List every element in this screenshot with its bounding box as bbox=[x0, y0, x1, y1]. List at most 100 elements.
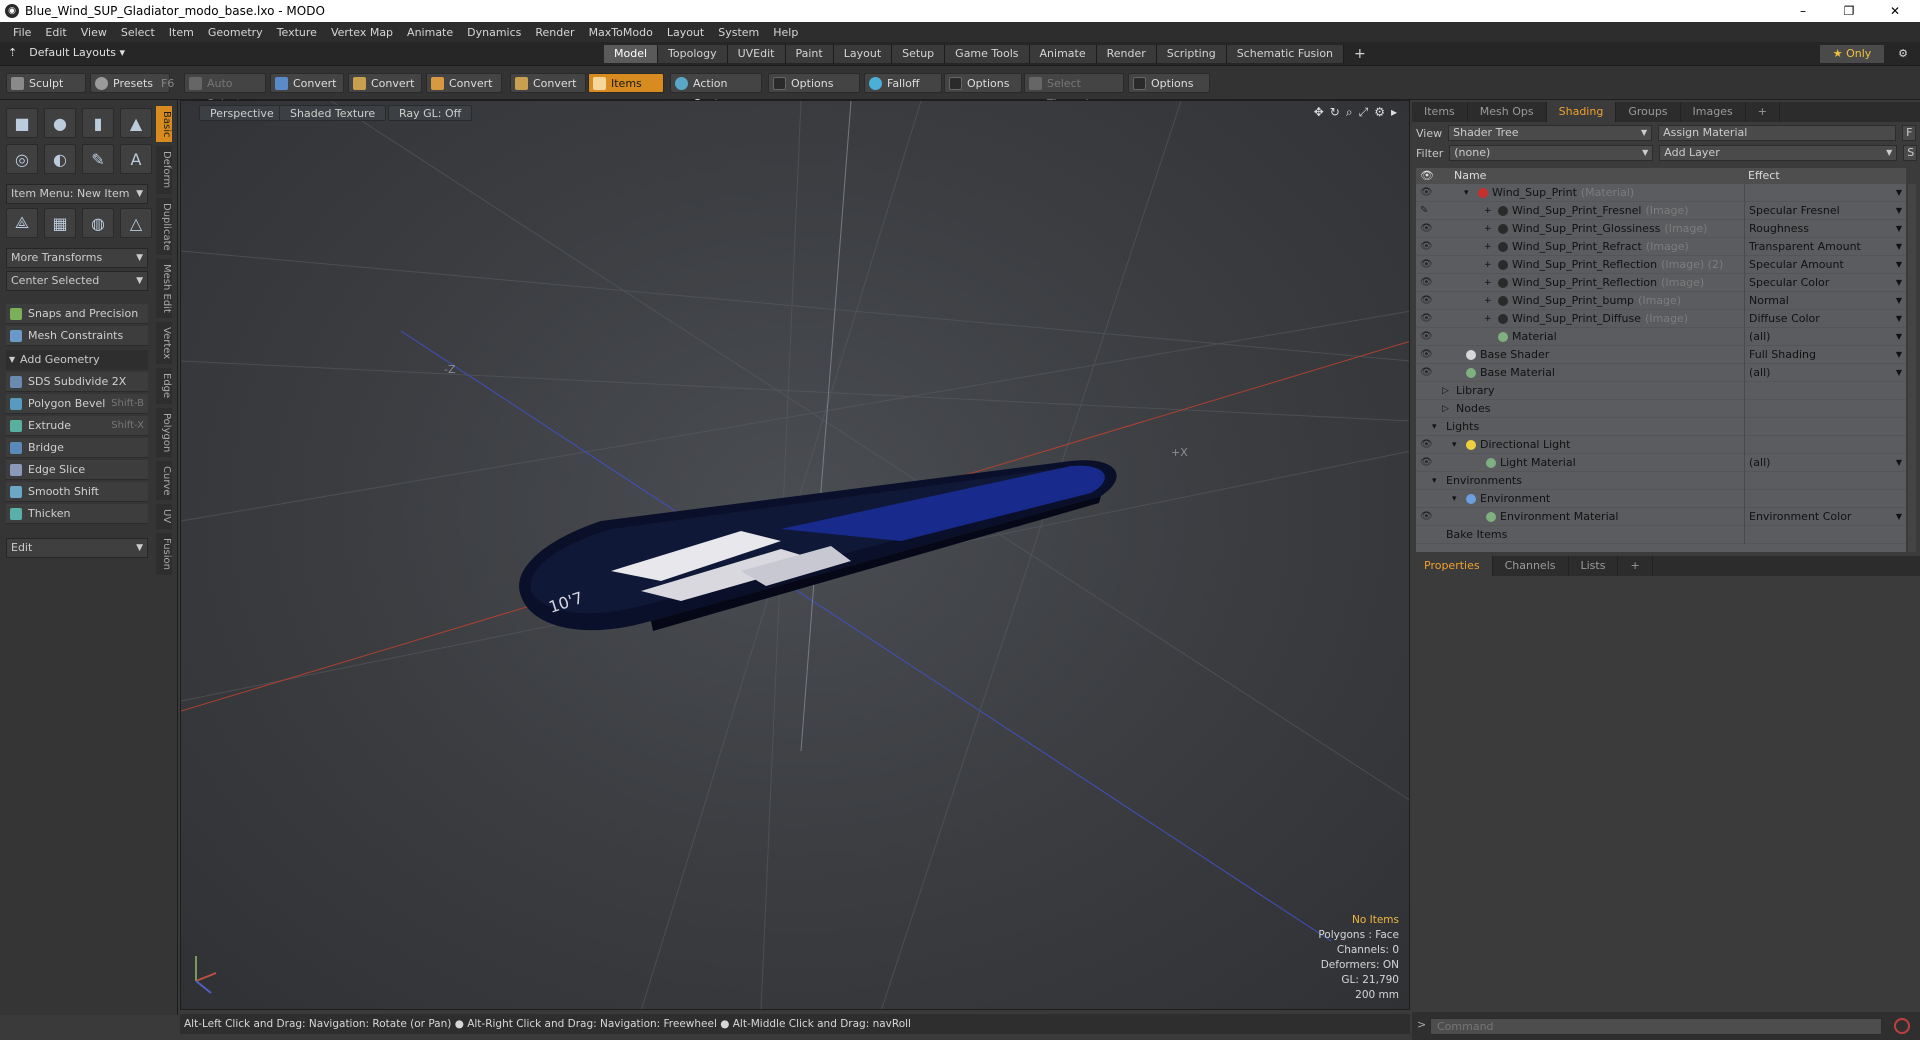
visibility-eye-icon[interactable]: 👁 bbox=[1420, 259, 1433, 271]
visibility-eye-icon[interactable]: 👁 bbox=[1420, 223, 1433, 235]
expand-toggle-icon[interactable]: + bbox=[1484, 202, 1492, 220]
rotate-view-icon[interactable]: ↻ bbox=[1330, 105, 1340, 120]
minimize-button[interactable]: – bbox=[1780, 0, 1826, 22]
shader-tree-row[interactable]: 👁 ▾ Directional Light bbox=[1416, 436, 1906, 454]
add-geometry-header[interactable]: ▼ Add Geometry bbox=[6, 350, 148, 370]
layer-effect-dropdown[interactable]: Specular Fresnel ▼ bbox=[1744, 202, 1906, 220]
shader-tree-row[interactable]: 👁 + Wind_Sup_Print_Refract (Image) Transpare… bbox=[1416, 238, 1906, 256]
options-button-3[interactable]: Options bbox=[1128, 73, 1210, 93]
close-button[interactable]: ✕ bbox=[1872, 0, 1918, 22]
visibility-eye-icon[interactable]: 👁 bbox=[1420, 511, 1433, 523]
shader-tree-row[interactable]: ▾ Environment bbox=[1416, 490, 1906, 508]
assign-material-key[interactable]: F bbox=[1902, 125, 1917, 141]
visibility-eye-icon[interactable]: 👁 bbox=[1420, 439, 1433, 451]
menu-animate[interactable]: Animate bbox=[400, 26, 460, 39]
vtab-edge[interactable]: Edge bbox=[156, 368, 172, 404]
viewport-gear-icon[interactable]: ⚙ bbox=[1374, 105, 1385, 120]
shader-tree-row[interactable]: Bake Items bbox=[1416, 526, 1906, 544]
tab-uvedit[interactable]: UVEdit bbox=[727, 45, 786, 63]
view-dropdown[interactable]: Shader Tree ▼ bbox=[1448, 125, 1653, 141]
tab-schematic-fusion[interactable]: Schematic Fusion bbox=[1226, 45, 1345, 63]
sculpt-button[interactable]: Sculpt bbox=[6, 73, 86, 93]
expand-toggle-icon[interactable]: + bbox=[1484, 292, 1492, 310]
snaps-precision-button[interactable]: Snaps and Precision bbox=[6, 304, 148, 324]
menu-view[interactable]: View bbox=[74, 26, 114, 39]
pen-icon[interactable]: ✎ bbox=[82, 144, 114, 174]
tab-properties[interactable]: Properties bbox=[1412, 556, 1493, 576]
command-input[interactable] bbox=[1430, 1018, 1882, 1035]
shader-tree-row[interactable]: ▾ Environments bbox=[1416, 472, 1906, 490]
mesh-constraints-button[interactable]: Mesh Constraints bbox=[6, 326, 148, 346]
expand-toggle-icon[interactable]: + bbox=[1484, 310, 1492, 328]
vtab-polygon[interactable]: Polygon bbox=[156, 407, 172, 457]
tab-shading[interactable]: Shading bbox=[1546, 102, 1617, 122]
layer-effect-dropdown[interactable]: Environment Color ▼ bbox=[1744, 508, 1906, 526]
fit-icon[interactable]: ⤢ bbox=[1359, 105, 1369, 120]
shader-tree-row[interactable]: 👁 + Wind_Sup_Print_Reflection (Image) (2) Sp… bbox=[1416, 256, 1906, 274]
shader-tree-row[interactable]: 👁 Environment Material Environment Color ▼ bbox=[1416, 508, 1906, 526]
tree-scrollbar[interactable] bbox=[1908, 184, 1916, 552]
locator-icon[interactable]: ⟁ bbox=[6, 208, 38, 238]
cube-icon[interactable]: ■ bbox=[6, 108, 38, 138]
pyramid-icon[interactable]: △ bbox=[120, 208, 152, 238]
expand-toggle-icon[interactable]: ▷ bbox=[1442, 400, 1449, 418]
expand-toggle-icon[interactable]: ▾ bbox=[1432, 472, 1437, 490]
layer-effect-dropdown[interactable] bbox=[1744, 436, 1906, 454]
expand-toggle-icon[interactable]: ▷ bbox=[1442, 382, 1449, 400]
smooth-shift-button[interactable]: Smooth Shift bbox=[6, 482, 148, 502]
tab-groups[interactable]: Groups bbox=[1616, 102, 1681, 122]
vtab-duplicate[interactable]: Duplicate bbox=[156, 197, 172, 256]
expand-toggle-icon[interactable]: + bbox=[1484, 256, 1492, 274]
tab-setup[interactable]: Setup bbox=[892, 45, 946, 63]
shader-tree-row[interactable]: 👁 Light Material (all) ▼ bbox=[1416, 454, 1906, 472]
default-layouts-dropdown[interactable]: ⇡ Default Layouts ▾ bbox=[8, 46, 125, 59]
text-icon[interactable]: A bbox=[120, 144, 152, 174]
tab-layout[interactable]: Layout bbox=[833, 45, 893, 63]
brush-icon[interactable]: ✎ bbox=[1420, 205, 1432, 217]
add-panel-tab-button[interactable]: + bbox=[1746, 102, 1780, 122]
visibility-eye-icon[interactable]: 👁 bbox=[1420, 349, 1433, 361]
filter-dropdown[interactable]: (none) ▼ bbox=[1449, 145, 1654, 161]
layer-effect-dropdown[interactable]: ▼ bbox=[1744, 184, 1906, 202]
gear-icon[interactable]: ⚙ bbox=[1894, 45, 1912, 63]
shader-tree-row[interactable]: 👁 ▾ Wind_Sup_Print (Material) ▼ bbox=[1416, 184, 1906, 202]
layer-effect-dropdown[interactable] bbox=[1744, 418, 1906, 436]
add-bottom-tab-button[interactable]: + bbox=[1618, 556, 1653, 576]
layer-effect-dropdown[interactable]: (all) ▼ bbox=[1744, 364, 1906, 382]
globe-icon[interactable]: ◍ bbox=[82, 208, 114, 238]
command-history-icon[interactable] bbox=[1894, 1018, 1910, 1034]
add-layer-key[interactable]: S bbox=[1903, 145, 1918, 161]
menu-render[interactable]: Render bbox=[528, 26, 581, 39]
vtab-basic[interactable]: Basic bbox=[156, 106, 172, 143]
menu-edit[interactable]: Edit bbox=[38, 26, 73, 39]
mesh-icon[interactable]: ▦ bbox=[44, 208, 76, 238]
expand-toggle-icon[interactable]: + bbox=[1484, 238, 1492, 256]
shader-tree-row[interactable]: 👁 Base Material (all) ▼ bbox=[1416, 364, 1906, 382]
expand-toggle-icon[interactable]: ▾ bbox=[1452, 436, 1457, 454]
expand-toggle-icon[interactable]: ▾ bbox=[1452, 490, 1457, 508]
items-mode-button[interactable]: Items bbox=[588, 73, 664, 93]
perspective-button[interactable]: Perspective bbox=[199, 105, 285, 121]
tab-topology[interactable]: Topology bbox=[658, 45, 728, 63]
vtab-fusion[interactable]: Fusion bbox=[156, 532, 172, 575]
assign-material-dropdown[interactable]: Assign Material bbox=[1658, 125, 1897, 141]
convert-polygons-button[interactable]: Convert bbox=[426, 73, 502, 93]
vtab-mesh-edit[interactable]: Mesh Edit bbox=[156, 259, 172, 319]
paddle-board-model[interactable]: 10'7 bbox=[519, 460, 1117, 631]
capsule-icon[interactable]: ◐ bbox=[44, 144, 76, 174]
options-button-1[interactable]: Options bbox=[768, 73, 860, 93]
menu-system[interactable]: System bbox=[711, 26, 766, 39]
column-name[interactable]: Name bbox=[1454, 168, 1486, 184]
tab-images[interactable]: Images bbox=[1681, 102, 1746, 122]
cone-icon[interactable]: ▲ bbox=[120, 108, 152, 138]
expand-toggle-icon[interactable]: ▾ bbox=[1432, 418, 1437, 436]
layer-effect-dropdown[interactable] bbox=[1744, 472, 1906, 490]
visibility-eye-icon[interactable]: 👁 bbox=[1420, 457, 1433, 469]
menu-select[interactable]: Select bbox=[114, 26, 162, 39]
torus-icon[interactable]: ◎ bbox=[6, 144, 38, 174]
center-selected-dropdown[interactable]: Center Selected ▼ bbox=[6, 271, 148, 291]
menu-maxtomodo[interactable]: MaxToModo bbox=[582, 26, 660, 39]
falloff-button[interactable]: Falloff bbox=[864, 73, 942, 93]
thicken-button[interactable]: Thicken bbox=[6, 504, 148, 524]
tab-lists[interactable]: Lists bbox=[1569, 556, 1619, 576]
